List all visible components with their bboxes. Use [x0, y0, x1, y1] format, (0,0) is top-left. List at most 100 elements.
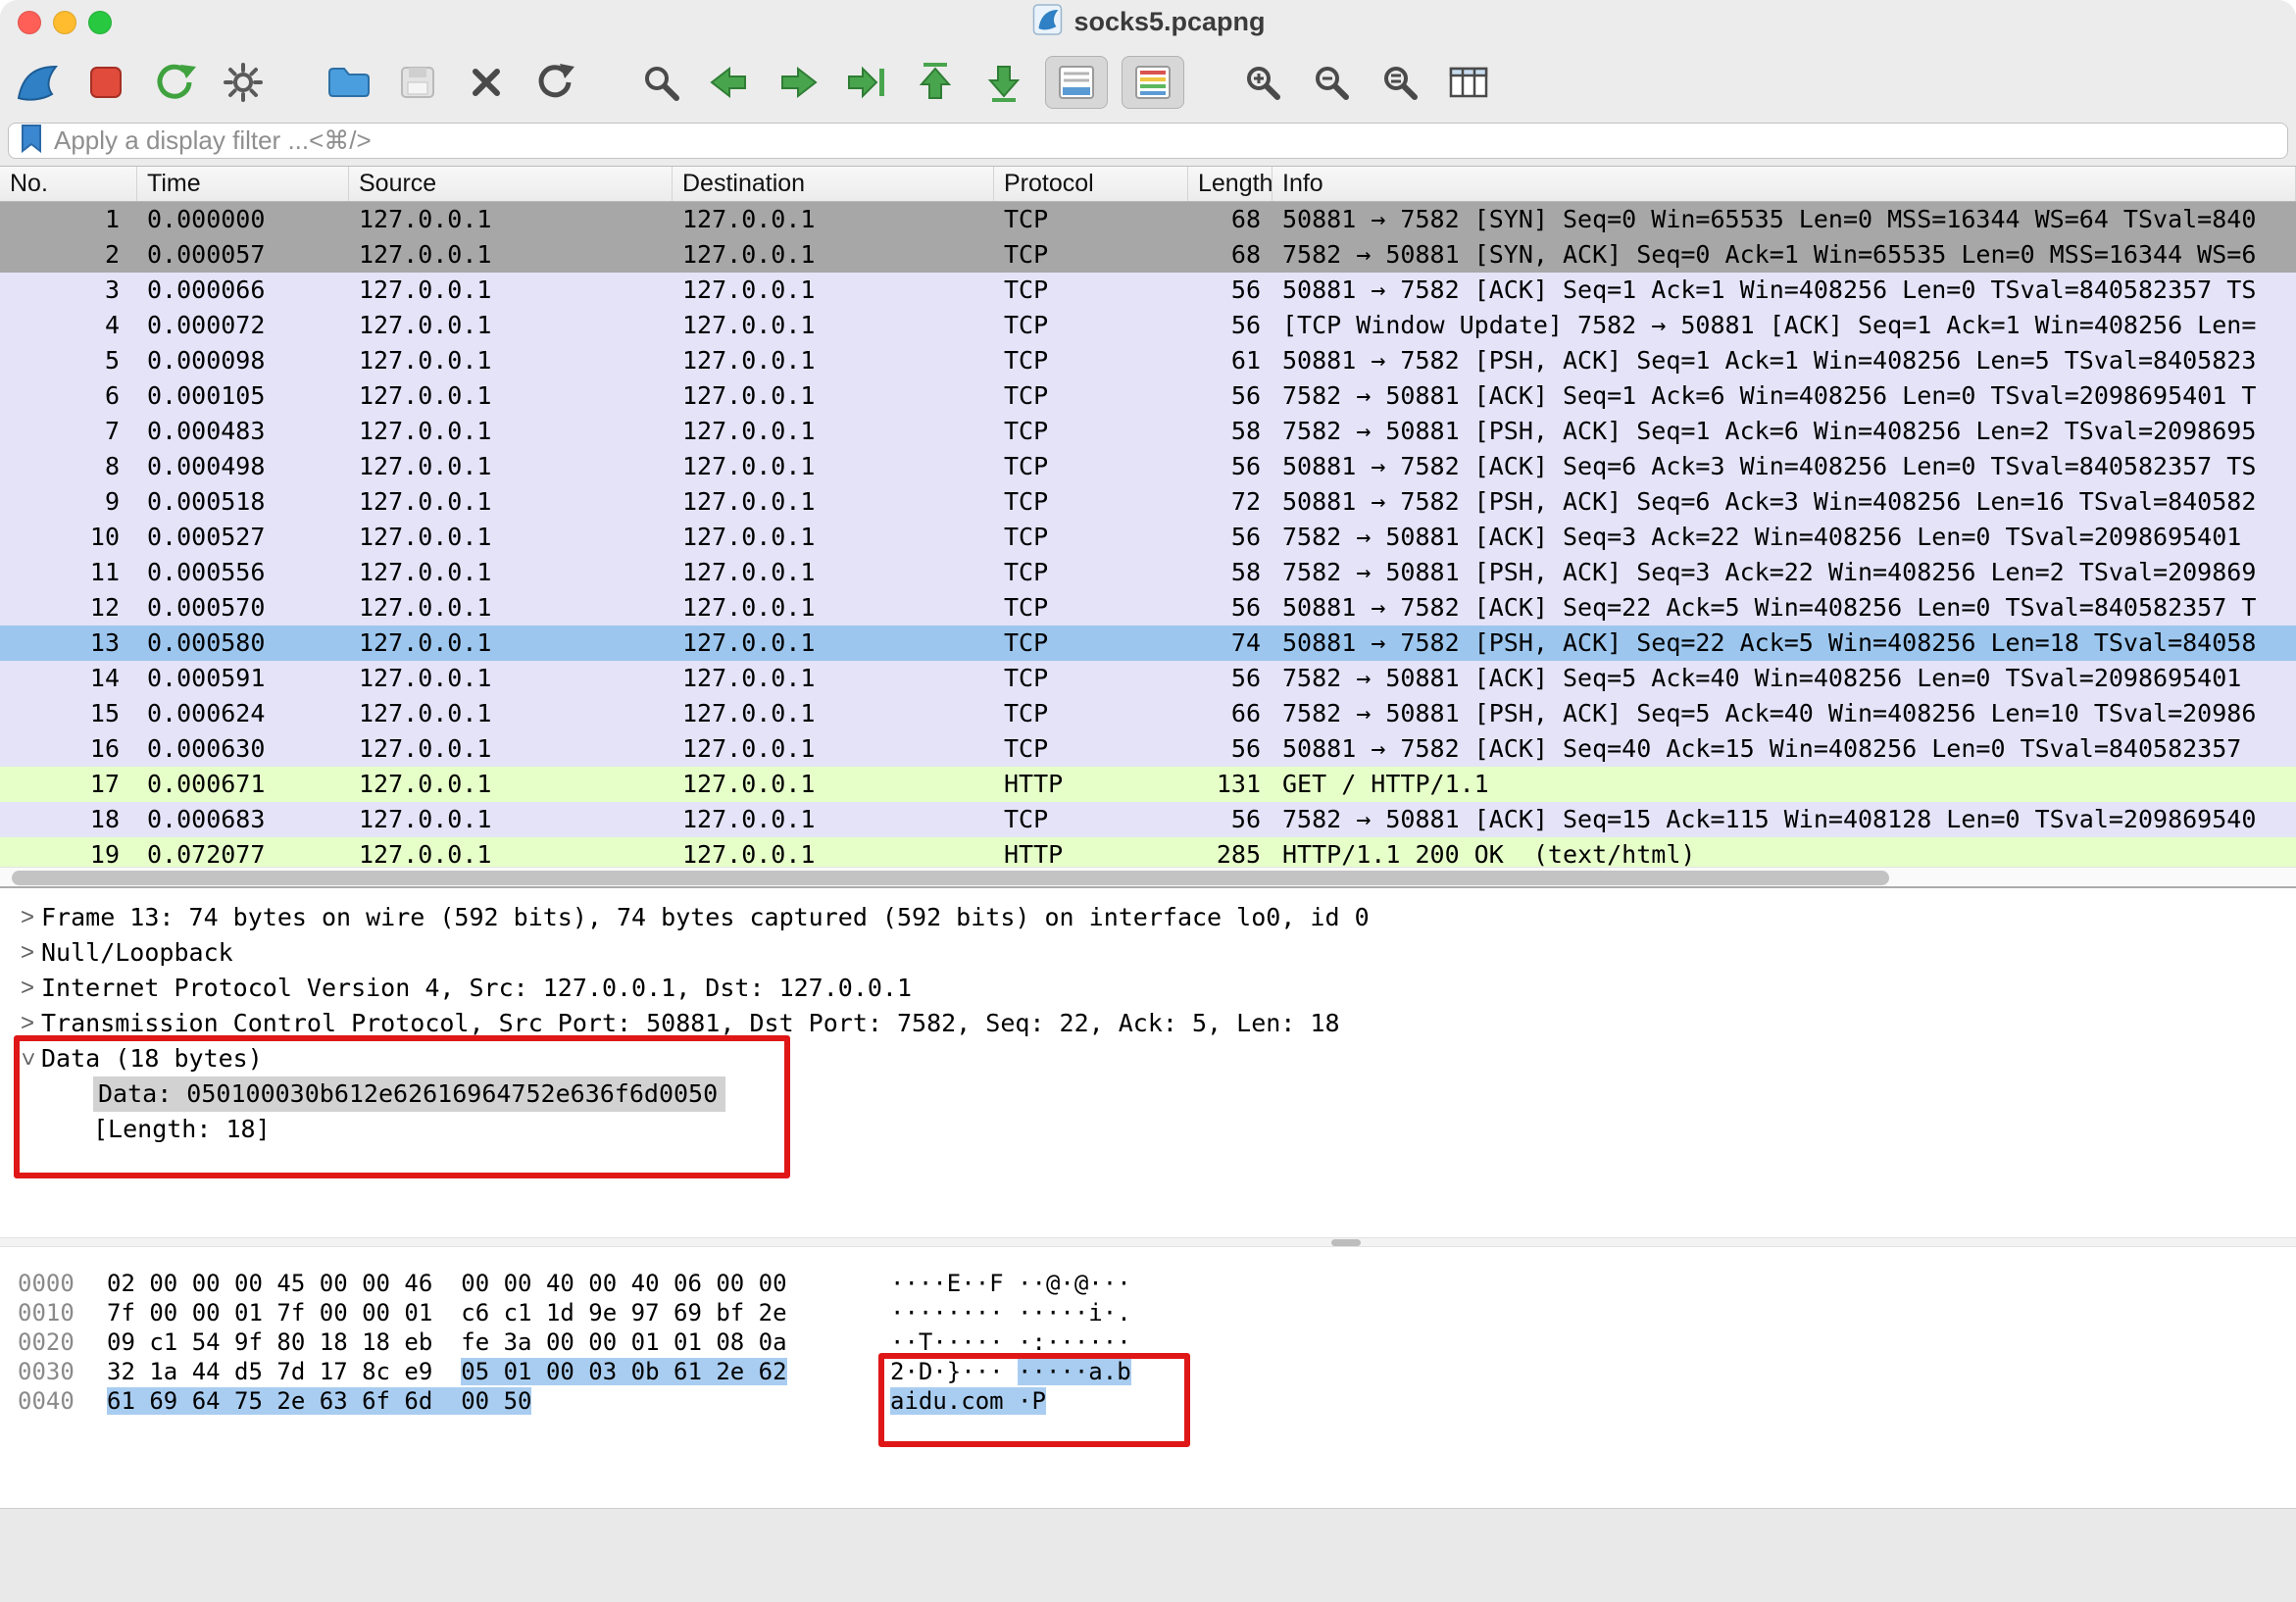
zoom-reset-icon	[1378, 61, 1422, 104]
stop-capture-button[interactable]	[78, 55, 133, 110]
restart-capture-button[interactable]	[147, 55, 202, 110]
cell-proto: HTTP	[994, 837, 1188, 867]
save-file-button[interactable]	[390, 55, 445, 110]
splitter-handle[interactable]	[1331, 1239, 1361, 1246]
cell-src: 127.0.0.1	[349, 626, 673, 661]
detail-line[interactable]: [Length: 18]	[0, 1112, 2296, 1147]
packet-row[interactable]: 120.000570127.0.0.1127.0.0.1TCP5650881 →…	[0, 590, 2296, 626]
toolbar	[0, 44, 2296, 120]
cell-no: 1	[0, 202, 137, 237]
packet-row[interactable]: 40.000072127.0.0.1127.0.0.1TCP56[TCP Win…	[0, 308, 2296, 343]
go-forward-button[interactable]	[771, 55, 825, 110]
zoom-in-button[interactable]	[1235, 55, 1290, 110]
minimize-window-button[interactable]	[53, 11, 76, 34]
go-back-button[interactable]	[702, 55, 757, 110]
zoom-100-button[interactable]	[1373, 55, 1427, 110]
auto-scroll-toggle[interactable]	[1045, 56, 1108, 109]
hex-row[interactable]: 000002 00 00 00 45 00 00 46 00 00 40 00 …	[0, 1269, 2296, 1298]
display-filter-input[interactable]	[54, 125, 2277, 156]
hex-row[interactable]: 003032 1a 44 d5 7d 17 8c e9 05 01 00 03 …	[0, 1357, 2296, 1386]
packet-row[interactable]: 140.000591127.0.0.1127.0.0.1TCP567582 → …	[0, 661, 2296, 696]
find-packet-button[interactable]	[633, 55, 688, 110]
column-header-no[interactable]: No.	[0, 167, 137, 201]
column-header-protocol[interactable]: Protocol	[994, 167, 1188, 201]
packet-row[interactable]: 170.000671127.0.0.1127.0.0.1HTTP131GET /…	[0, 767, 2296, 802]
zoom-out-button[interactable]	[1304, 55, 1359, 110]
detail-line[interactable]: >Null/Loopback	[0, 935, 2296, 971]
column-header-time[interactable]: Time	[137, 167, 349, 201]
back-arrow-icon	[708, 63, 751, 102]
column-header-length[interactable]: Length	[1188, 167, 1273, 201]
detail-line[interactable]: >Frame 13: 74 bytes on wire (592 bits), …	[0, 900, 2296, 935]
chevron-expanded-icon[interactable]: >	[10, 1045, 45, 1073]
start-capture-button[interactable]	[10, 55, 65, 110]
packet-row[interactable]: 90.000518127.0.0.1127.0.0.1TCP7250881 → …	[0, 484, 2296, 520]
horizontal-scrollbar-thumb[interactable]	[12, 871, 1889, 885]
horizontal-scrollbar[interactable]	[0, 867, 2296, 888]
cell-len: 72	[1188, 484, 1273, 520]
detail-text: Data (18 bytes)	[41, 1041, 263, 1076]
packet-row[interactable]: 100.000527127.0.0.1127.0.0.1TCP567582 → …	[0, 520, 2296, 555]
column-header-destination[interactable]: Destination	[673, 167, 994, 201]
packet-row[interactable]: 180.000683127.0.0.1127.0.0.1TCP567582 → …	[0, 802, 2296, 837]
packet-row[interactable]: 50.000098127.0.0.1127.0.0.1TCP6150881 → …	[0, 343, 2296, 378]
packet-row[interactable]: 10.000000127.0.0.1127.0.0.1TCP6850881 → …	[0, 202, 2296, 237]
hex-ascii: ····E··F ··@·@···	[890, 1269, 1131, 1298]
chevron-collapsed-icon[interactable]: >	[14, 1006, 41, 1041]
cell-no: 3	[0, 273, 137, 308]
cell-time: 0.000683	[137, 802, 349, 837]
resize-columns-button[interactable]	[1441, 55, 1496, 110]
pane-splitter[interactable]	[0, 1237, 2296, 1247]
open-file-button[interactable]	[322, 55, 376, 110]
colorize-toggle[interactable]	[1122, 56, 1184, 109]
detail-line[interactable]: >Internet Protocol Version 4, Src: 127.0…	[0, 971, 2296, 1006]
packet-row[interactable]: 150.000624127.0.0.1127.0.0.1TCP667582 → …	[0, 696, 2296, 731]
packet-row[interactable]: 130.000580127.0.0.1127.0.0.1TCP7450881 →…	[0, 626, 2296, 661]
packet-row[interactable]: 190.072077127.0.0.1127.0.0.1HTTP285HTTP/…	[0, 837, 2296, 867]
cell-len: 68	[1188, 237, 1273, 273]
detail-line[interactable]: >Transmission Control Protocol, Src Port…	[0, 1006, 2296, 1041]
cell-info: 50881 → 7582 [SYN] Seq=0 Win=65535 Len=0…	[1273, 202, 2296, 237]
packet-row[interactable]: 160.000630127.0.0.1127.0.0.1TCP5650881 →…	[0, 731, 2296, 767]
hex-offset: 0020	[18, 1327, 75, 1357]
cell-dst: 127.0.0.1	[673, 449, 994, 484]
chevron-collapsed-icon[interactable]: >	[14, 900, 41, 935]
cell-no: 7	[0, 414, 137, 449]
close-file-button[interactable]	[459, 55, 514, 110]
packet-row[interactable]: 110.000556127.0.0.1127.0.0.1TCP587582 → …	[0, 555, 2296, 590]
go-to-packet-button[interactable]	[839, 55, 894, 110]
hex-row[interactable]: 002009 c1 54 9f 80 18 18 eb fe 3a 00 00 …	[0, 1327, 2296, 1357]
packet-row[interactable]: 30.000066127.0.0.1127.0.0.1TCP5650881 → …	[0, 273, 2296, 308]
column-header-source[interactable]: Source	[349, 167, 673, 201]
cell-time: 0.000624	[137, 696, 349, 731]
packet-row[interactable]: 70.000483127.0.0.1127.0.0.1TCP587582 → 5…	[0, 414, 2296, 449]
go-first-packet-button[interactable]	[908, 55, 963, 110]
close-file-icon	[467, 63, 506, 102]
go-last-packet-button[interactable]	[976, 55, 1031, 110]
packet-row[interactable]: 80.000498127.0.0.1127.0.0.1TCP5650881 → …	[0, 449, 2296, 484]
chevron-collapsed-icon[interactable]: >	[14, 971, 41, 1006]
close-window-button[interactable]	[18, 11, 41, 34]
bookmark-icon[interactable]	[19, 124, 44, 158]
cell-proto: TCP	[994, 378, 1188, 414]
cell-no: 12	[0, 590, 137, 626]
detail-line[interactable]: Data: 050100030b612e62616964752e636f6d00…	[0, 1076, 2296, 1112]
cell-no: 5	[0, 343, 137, 378]
column-header-info[interactable]: Info	[1273, 167, 2296, 201]
zoom-window-button[interactable]	[88, 11, 112, 34]
cell-dst: 127.0.0.1	[673, 484, 994, 520]
chevron-collapsed-icon[interactable]: >	[14, 935, 41, 971]
hex-row[interactable]: 004061 69 64 75 2e 63 6f 6d 00 50aidu.co…	[0, 1386, 2296, 1416]
detail-text: Null/Loopback	[41, 935, 233, 971]
cell-no: 13	[0, 626, 137, 661]
hex-row[interactable]: 00107f 00 00 01 7f 00 00 01 c6 c1 1d 9e …	[0, 1298, 2296, 1327]
detail-line[interactable]: >Data (18 bytes)	[0, 1041, 2296, 1076]
packet-row[interactable]: 20.000057127.0.0.1127.0.0.1TCP687582 → 5…	[0, 237, 2296, 273]
reload-file-button[interactable]	[527, 55, 582, 110]
capture-options-button[interactable]	[216, 55, 271, 110]
folder-icon	[325, 63, 373, 102]
packet-row[interactable]: 60.000105127.0.0.1127.0.0.1TCP567582 → 5…	[0, 378, 2296, 414]
cell-info: 50881 → 7582 [ACK] Seq=6 Ack=3 Win=40825…	[1273, 449, 2296, 484]
display-filter-field[interactable]	[8, 123, 2288, 159]
cell-len: 58	[1188, 414, 1273, 449]
